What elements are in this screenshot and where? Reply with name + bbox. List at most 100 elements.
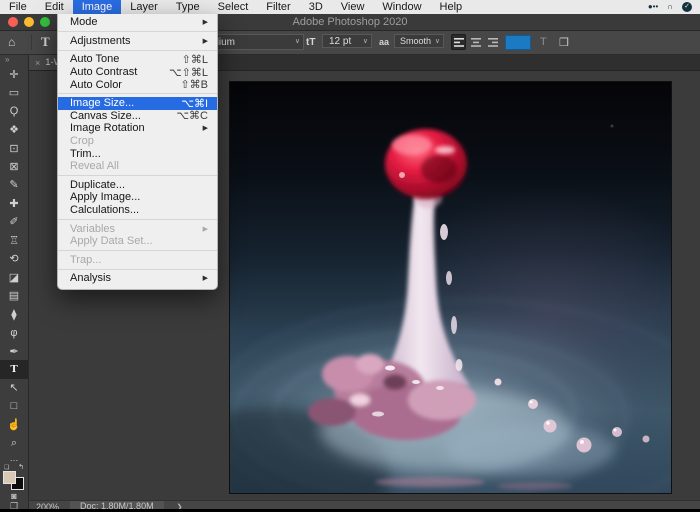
menubar-item-image[interactable]: Image — [72, 0, 122, 14]
menu-item-mode[interactable]: Mode ▶ — [58, 16, 217, 29]
dots-status-icon[interactable]: ●•• — [648, 0, 658, 14]
align-left-button[interactable] — [451, 34, 466, 50]
tool-history-brush[interactable]: ⟲ — [0, 250, 28, 268]
tool-crop[interactable]: ⊡ — [0, 139, 28, 157]
menubar-item-file[interactable]: File — [0, 0, 36, 14]
type-tool-icon: T — [10, 363, 18, 376]
expand-tools-icon[interactable]: » — [0, 55, 9, 65]
text-color-swatch[interactable] — [505, 35, 531, 50]
frame-tool-icon: ⊠ — [9, 160, 19, 173]
menu-item-apply-image[interactable]: Apply Image... — [58, 191, 217, 204]
tool-marquee[interactable]: ▭ — [0, 83, 28, 101]
menubar-item-window[interactable]: Window — [373, 0, 430, 14]
menu-separator — [58, 31, 217, 33]
path-selection-tool-icon: ↖ — [9, 382, 19, 395]
submenu-arrow-icon: ▶ — [202, 19, 208, 27]
clone-stamp-tool-icon: ♖ — [9, 234, 19, 247]
tool-zoom[interactable]: ⌕ — [0, 434, 28, 452]
menu-item-label: Auto Contrast — [70, 66, 138, 79]
home-icon[interactable]: ⌂ — [8, 31, 15, 53]
menu-item-auto-contrast[interactable]: Auto Contrast ⌥⇧⌘L — [58, 66, 217, 79]
menu-item-canvas-size[interactable]: Canvas Size... ⌥⌘C — [58, 110, 217, 123]
menu-item-auto-color[interactable]: Auto Color ⇧⌘B — [58, 78, 217, 92]
color-picker-widget: ❏ ↰ — [0, 463, 28, 491]
menubar-item-edit[interactable]: Edit — [36, 0, 73, 14]
toggle-panels-icon[interactable]: ❒ — [559, 31, 569, 53]
tool-lasso[interactable]: Ϙ — [0, 102, 28, 120]
tool-blur[interactable]: ⧫ — [0, 305, 28, 323]
tool-eyedropper[interactable]: ✎ — [0, 176, 28, 194]
menu-item-label: Image Rotation — [70, 122, 145, 135]
options-divider — [31, 34, 32, 50]
submenu-arrow-icon: ▶ — [202, 275, 208, 283]
tool-shape[interactable]: □ — [0, 397, 28, 415]
menu-item-auto-tone[interactable]: Auto Tone ⇧⌘L — [58, 53, 217, 66]
menubar-item-view[interactable]: View — [332, 0, 374, 14]
menu-item-label: Mode — [70, 16, 98, 29]
tool-frame[interactable]: ⊠ — [0, 157, 28, 175]
menubar-item-layer[interactable]: Layer — [121, 0, 167, 14]
align-center-button[interactable] — [468, 34, 483, 50]
check-circle-status-icon[interactable]: ✓ — [682, 2, 692, 12]
tool-clone-stamp[interactable]: ♖ — [0, 231, 28, 249]
arc-status-icon[interactable]: ∩ — [667, 0, 673, 14]
menubar-item-type[interactable]: Type — [167, 0, 209, 14]
splash-photo[interactable] — [229, 81, 672, 494]
submenu-arrow-icon: ▶ — [202, 37, 208, 45]
tool-type[interactable]: T — [0, 360, 28, 379]
anti-alias-select[interactable]: Smooth ∨ — [394, 34, 444, 48]
menu-item-label: Reveal All — [70, 160, 119, 173]
menu-item-adjustments[interactable]: Adjustments ▶ — [58, 35, 217, 48]
foreground-color-swatch[interactable] — [3, 471, 16, 485]
alignment-group — [451, 31, 500, 53]
submenu-arrow-icon: ▶ — [202, 125, 208, 133]
menu-item-analysis[interactable]: Analysis ▶ — [58, 272, 217, 285]
eyedropper-tool-icon: ✎ — [9, 179, 19, 192]
tool-dodge[interactable]: φ — [0, 323, 28, 341]
tool-healing-brush[interactable]: ✚ — [0, 194, 28, 212]
menu-item-variables: Variables ▶ — [58, 222, 217, 235]
swap-colors-icon[interactable]: ↰ — [18, 463, 24, 471]
menubar-item-3d[interactable]: 3D — [300, 0, 332, 14]
tool-brush[interactable]: ✐ — [0, 213, 28, 231]
minimize-window-button[interactable] — [24, 17, 34, 27]
close-window-button[interactable] — [8, 17, 18, 27]
menubar-item-help[interactable]: Help — [431, 0, 472, 14]
blur-tool-icon: ⧫ — [11, 308, 17, 321]
tool-gradient[interactable]: ▤ — [0, 286, 28, 304]
menu-item-image-rotation[interactable]: Image Rotation ▶ — [58, 122, 217, 135]
menu-separator — [58, 175, 217, 177]
tool-eraser[interactable]: ◪ — [0, 268, 28, 286]
tool-move[interactable]: ✛ — [0, 65, 28, 83]
menu-item-label: Apply Image... — [70, 191, 141, 204]
tool-pen[interactable]: ✒ — [0, 342, 28, 360]
zoom-window-button[interactable] — [40, 17, 50, 27]
anti-alias-icon: aa — [379, 37, 390, 47]
tool-path-selection[interactable]: ↖ — [0, 379, 28, 397]
warp-text-icon[interactable]: T — [540, 31, 547, 53]
align-right-button[interactable] — [485, 34, 500, 50]
default-colors-icon[interactable]: ❏ — [4, 464, 9, 471]
traffic-lights — [8, 17, 50, 27]
menu-item-trim[interactable]: Trim... — [58, 147, 217, 160]
menubar-item-select[interactable]: Select — [209, 0, 258, 14]
menu-item-duplicate[interactable]: Duplicate... — [58, 179, 217, 192]
tool-hand[interactable]: ☝ — [0, 416, 28, 434]
more-tools-icon: … — [9, 453, 19, 464]
crop-tool-icon: ⊡ — [9, 142, 19, 155]
menu-item-shortcut: ⌥⌘I — [181, 97, 208, 110]
history-brush-tool-icon: ⟲ — [9, 253, 19, 266]
menu-item-image-size[interactable]: Image Size... ⌥⌘I — [58, 96, 217, 110]
menubar-item-filter[interactable]: Filter — [257, 0, 299, 14]
menu-item-label: Auto Tone — [70, 53, 120, 66]
close-tab-icon[interactable]: × — [35, 58, 40, 68]
tool-object-selection[interactable]: ❖ — [0, 120, 28, 138]
type-tool-preset-icon[interactable]: T — [41, 31, 50, 53]
quick-mask-button[interactable]: ◙ — [0, 490, 28, 501]
menu-item-label: Trim... — [70, 147, 101, 160]
menu-item-calculations[interactable]: Calculations... — [58, 204, 217, 217]
font-size-select[interactable]: 12 pt ∨ — [322, 34, 372, 48]
menu-item-shortcut: ⇧⌘L — [181, 53, 208, 66]
macos-menu-bar: File Edit Image Layer Type Select Filter… — [0, 0, 700, 14]
menu-item-shortcut: ⌥⌘C — [176, 110, 208, 123]
